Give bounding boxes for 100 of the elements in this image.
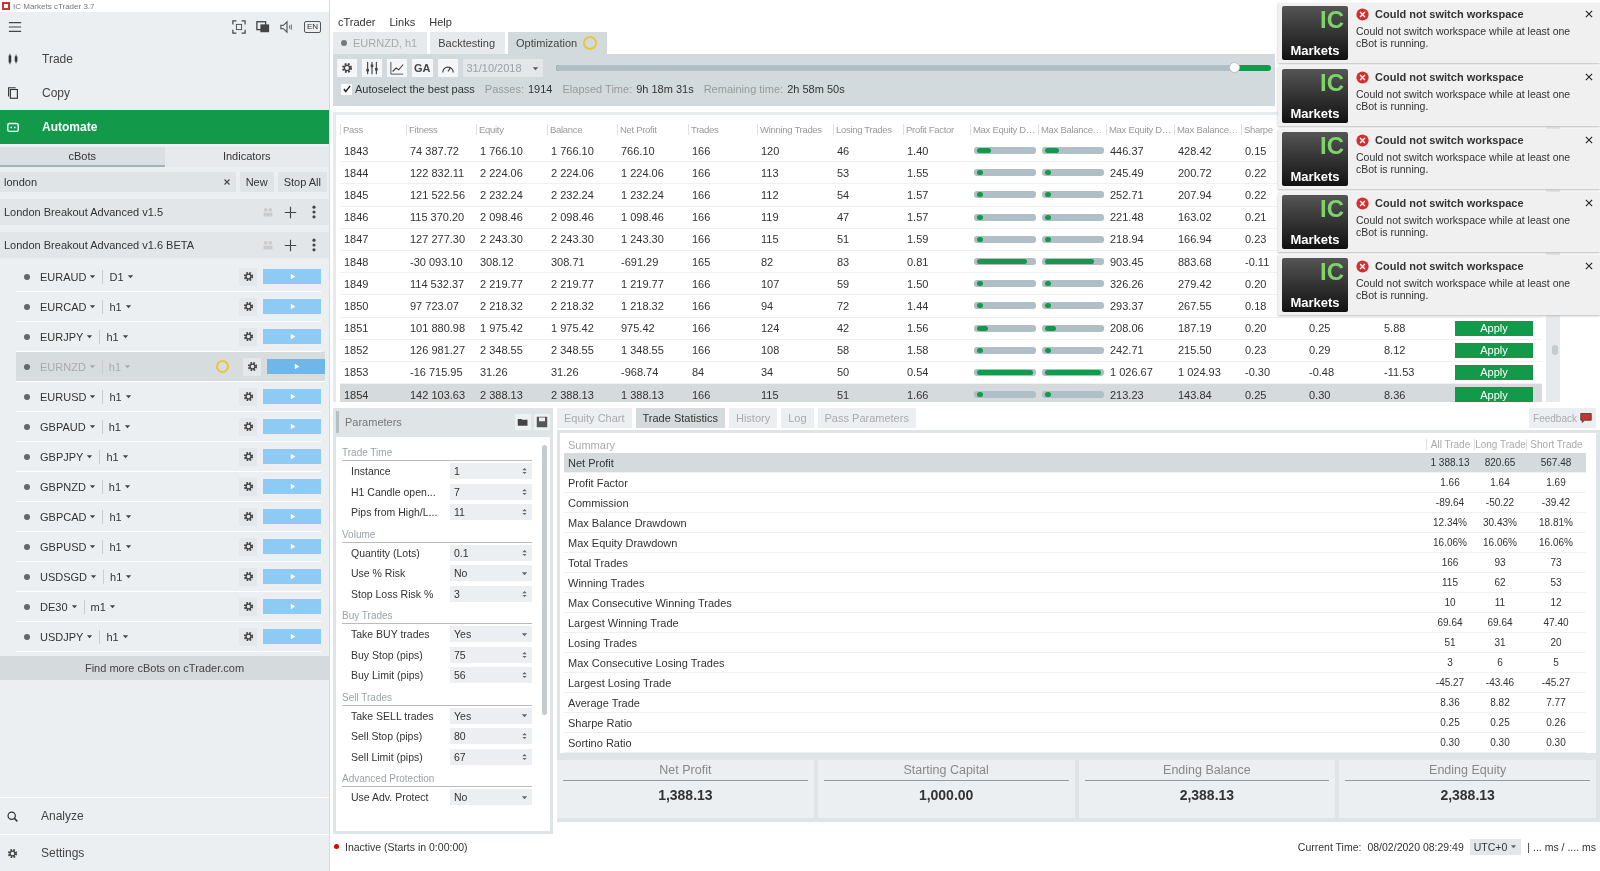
menu-item[interactable]: Help xyxy=(429,16,452,28)
parameter-dropdown[interactable]: Yes xyxy=(450,707,532,724)
apply-button[interactable]: Apply xyxy=(1455,364,1533,380)
table-row[interactable]: Max Consecutive Losing Trades 3 6 5 xyxy=(564,653,1586,673)
apply-button[interactable]: Apply xyxy=(1455,387,1533,402)
parameter-field[interactable]: 1 xyxy=(450,463,532,480)
speaker-icon[interactable] xyxy=(279,20,294,34)
timeframe-dropdown[interactable]: h1 xyxy=(106,330,129,343)
table-row[interactable]: Profit Factor 1.66 1.64 1.69 xyxy=(564,473,1586,493)
cbot-instance[interactable]: EURCAD h1 xyxy=(16,292,321,322)
table-row[interactable]: Sharpe Ratio 0.25 0.25 0.26 xyxy=(564,713,1586,733)
language-button[interactable]: EN xyxy=(303,21,321,33)
close-button[interactable] xyxy=(1584,72,1594,82)
table-row[interactable]: Total Trades 166 93 73 xyxy=(564,553,1586,573)
timeframe-dropdown[interactable]: h1 xyxy=(109,510,132,523)
settings-button[interactable] xyxy=(239,417,257,436)
close-button[interactable] xyxy=(1584,9,1594,19)
cbot-instance[interactable]: EURAUD D1 xyxy=(16,262,321,292)
settings-button[interactable] xyxy=(239,447,257,466)
symbol-dropdown[interactable]: EURCAD xyxy=(40,300,97,313)
cbot-instance[interactable]: GBPCAD h1 xyxy=(16,502,321,532)
table-row[interactable]: Sortino Ratio 0.30 0.30 0.30 xyxy=(564,733,1586,753)
settings-button[interactable] xyxy=(239,327,257,346)
settings-button[interactable] xyxy=(239,567,257,586)
symbol-dropdown[interactable]: USDSGD xyxy=(40,570,98,583)
search-field[interactable]: london xyxy=(0,172,236,192)
table-row[interactable]: Max Equity Drawdown 16.06% 16.06% 16.06% xyxy=(564,533,1586,553)
gauge-button[interactable] xyxy=(437,59,458,77)
table-row[interactable]: Average Trade 8.36 8.82 7.77 xyxy=(564,693,1586,713)
tab[interactable]: Indicators xyxy=(164,147,329,167)
settings-button[interactable] xyxy=(239,267,257,286)
cbot-instance[interactable]: EURUSD h1 xyxy=(16,382,321,412)
windows-icon[interactable] xyxy=(255,20,270,34)
table-row[interactable]: 1852 126 981.27 2 348.55 2 348.55 1 348.55 166 108 58 1.58 242.71 215.50 0.23 0.29 8.12 Apply xyxy=(340,339,1542,362)
nav-item[interactable]: Analyze xyxy=(0,797,329,834)
timeframe-dropdown[interactable]: h1 xyxy=(108,420,131,433)
timeframe-dropdown[interactable]: h1 xyxy=(106,450,129,463)
apply-button[interactable]: Apply xyxy=(1455,342,1533,358)
close-button[interactable] xyxy=(1584,261,1594,271)
table-row[interactable]: Net Profit 1 388.13 820.65 567.48 xyxy=(564,453,1586,473)
cbot-group[interactable]: London Breakout Advanced v1.6 BETA xyxy=(0,232,329,258)
toolbar-button[interactable]: Stop All xyxy=(277,172,327,192)
menu-item[interactable]: Links xyxy=(389,16,416,28)
timezone-dropdown[interactable]: UTC+0 xyxy=(1469,838,1522,855)
settings-button[interactable] xyxy=(239,477,257,496)
parameter-dropdown[interactable]: Yes xyxy=(450,626,532,643)
close-button[interactable] xyxy=(1584,135,1594,145)
table-row[interactable]: Losing Trades 51 31 20 xyxy=(564,633,1586,653)
parameter-field[interactable]: 75 xyxy=(450,646,532,663)
settings-button[interactable] xyxy=(337,59,357,77)
cbot-group[interactable]: London Breakout Advanced v1.5 xyxy=(0,199,329,225)
cbot-instance[interactable]: GBPNZD h1 xyxy=(16,472,321,502)
cbot-instance[interactable]: GBPJPY h1 xyxy=(16,442,321,472)
parameter-field[interactable]: 7 xyxy=(450,483,532,500)
sliders-button[interactable] xyxy=(362,59,382,77)
table-row[interactable]: 1851 101 880.98 1 975.42 1 975.42 975.42 166 124 42 1.56 208.06 187.19 0.20 0.25 5.88 Apply xyxy=(340,317,1542,340)
tab[interactable]: cBots xyxy=(0,147,165,167)
symbol-dropdown[interactable]: DE30 xyxy=(40,600,78,613)
ga-button[interactable]: GA xyxy=(412,59,433,77)
cbot-instance[interactable]: USDSGD h1 xyxy=(16,562,321,592)
settings-button[interactable] xyxy=(239,597,257,616)
symbol-dropdown[interactable]: GBPCAD xyxy=(40,510,97,523)
symbol-dropdown[interactable]: GBPJPY xyxy=(40,450,94,463)
timeframe-dropdown[interactable]: h1 xyxy=(110,570,133,583)
table-row[interactable]: Max Balance Drawdown 12.34% 30.43% 18.81% xyxy=(564,513,1586,533)
parameter-field[interactable]: 11 xyxy=(450,504,532,521)
timeframe-dropdown[interactable]: h1 xyxy=(109,300,132,313)
plus-icon[interactable] xyxy=(284,238,297,252)
symbol-dropdown[interactable]: EURAUD xyxy=(40,270,97,283)
symbol-dropdown[interactable]: GBPUSD xyxy=(40,540,97,553)
tab[interactable]: Trade Statistics xyxy=(635,408,725,428)
checkbox[interactable] xyxy=(341,83,352,95)
cbot-instance[interactable]: GBPUSD h1 xyxy=(16,532,321,562)
parameter-dropdown[interactable]: No xyxy=(450,789,532,806)
timeframe-dropdown[interactable]: m1 xyxy=(90,600,116,613)
document-tab[interactable]: Optimization xyxy=(508,32,608,54)
fullscreen-icon[interactable] xyxy=(231,20,246,34)
table-row[interactable]: Winning Trades 115 62 53 xyxy=(564,573,1586,593)
parameter-field[interactable]: 67 xyxy=(450,748,532,765)
open-button[interactable] xyxy=(515,414,531,430)
settings-button[interactable] xyxy=(239,297,257,316)
parameter-field[interactable]: 80 xyxy=(450,728,532,745)
menu-item[interactable]: cTrader xyxy=(338,16,376,28)
parameter-field[interactable]: 0.1 xyxy=(450,544,532,561)
save-button[interactable] xyxy=(534,414,550,430)
settings-button[interactable] xyxy=(243,357,261,376)
cbot-instance[interactable]: DE30 m1 xyxy=(16,592,321,622)
nav-item[interactable]: Automate xyxy=(0,110,329,144)
parameter-dropdown[interactable]: No xyxy=(450,565,532,582)
settings-button[interactable] xyxy=(239,537,257,556)
chart-button[interactable] xyxy=(387,59,407,77)
timeframe-dropdown[interactable]: D1 xyxy=(109,270,134,283)
symbol-dropdown[interactable]: USDJPY xyxy=(40,630,94,643)
menu-icon[interactable] xyxy=(8,20,22,34)
nav-item[interactable]: Trade xyxy=(0,42,329,76)
table-row[interactable]: 1854 142 103.63 2 388.13 2 388.13 1 388.13 166 115 51 1.66 213.23 143.84 0.25 0.30 8.36 Apply xyxy=(340,384,1542,402)
timeframe-dropdown[interactable]: h1 xyxy=(108,480,132,493)
parameter-field[interactable]: 56 xyxy=(450,667,532,684)
settings-button[interactable] xyxy=(239,627,257,646)
apply-button[interactable]: Apply xyxy=(1455,320,1533,336)
